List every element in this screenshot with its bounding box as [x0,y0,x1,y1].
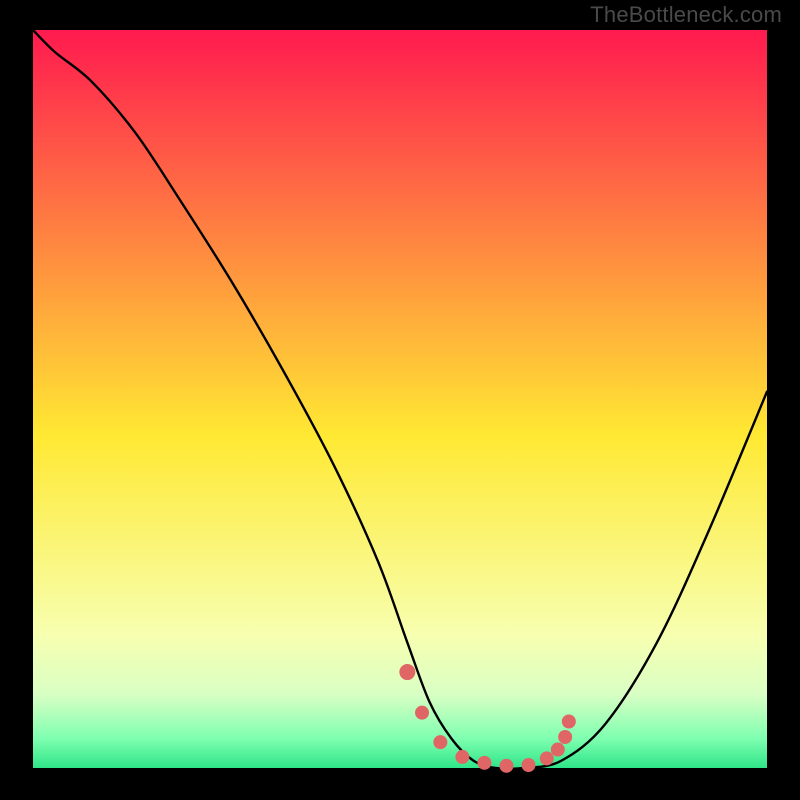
valley-marker-dot [558,730,572,744]
valley-marker-dot [551,743,565,757]
valley-marker-dot [455,750,469,764]
valley-marker-dot [415,706,429,720]
valley-marker-dot [399,664,415,680]
bottleneck-chart [0,0,800,800]
valley-marker-dot [433,735,447,749]
valley-marker-dot [562,715,576,729]
plot-background [33,30,767,768]
chart-stage: TheBottleneck.com [0,0,800,800]
valley-marker-dot [521,758,535,772]
valley-marker-dot [477,756,491,770]
valley-marker-dot [540,751,554,765]
watermark-text: TheBottleneck.com [590,2,782,28]
valley-marker-dot [499,759,513,773]
